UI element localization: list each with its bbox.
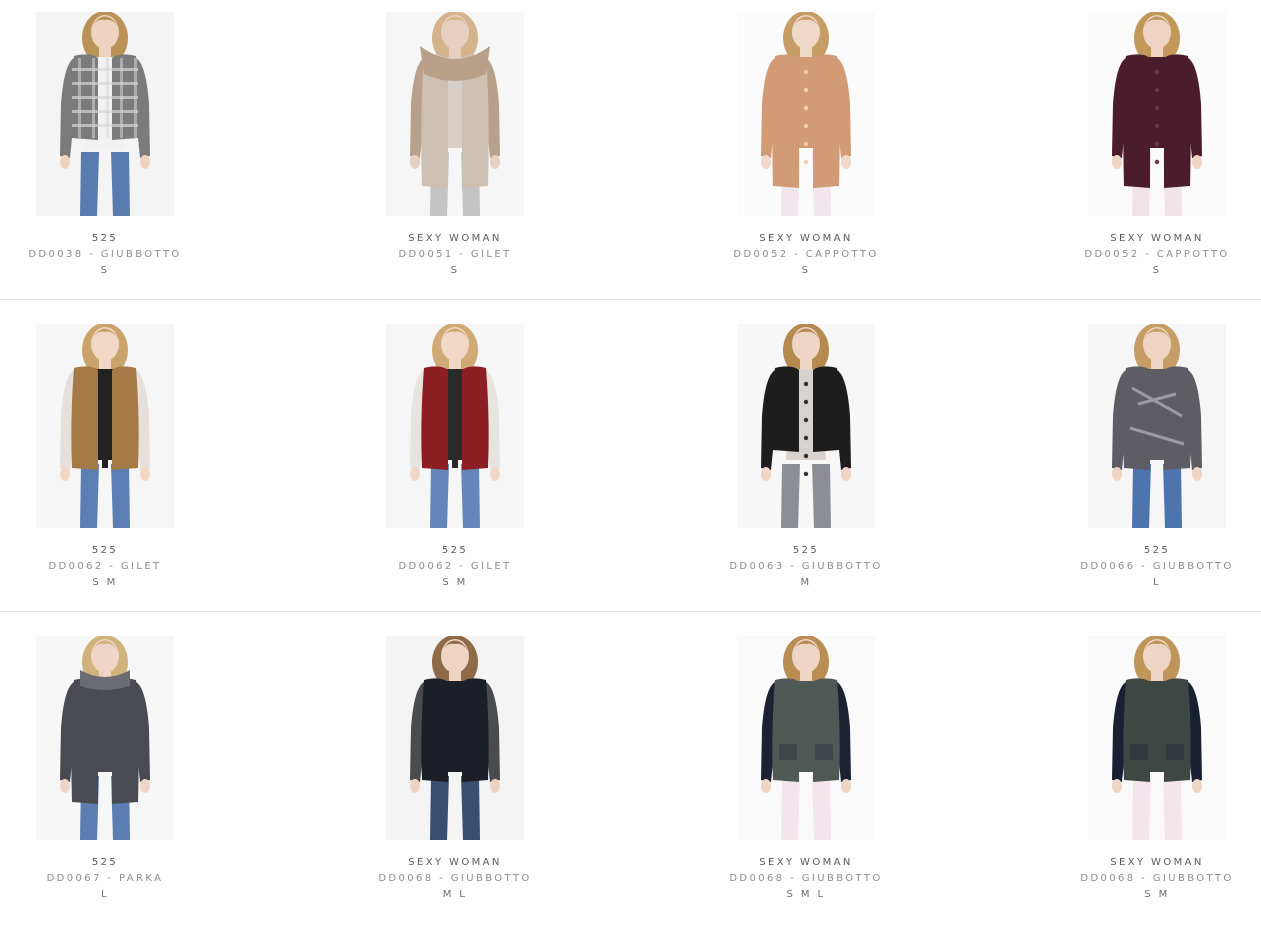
product-card[interactable]: SEXY WOMAN DD0051 - GILET S — [350, 12, 560, 279]
product-brand[interactable]: 525 — [0, 855, 210, 871]
product-brand[interactable]: SEXY WOMAN — [350, 855, 560, 871]
product-sizes: S M — [92, 577, 118, 588]
product-brand[interactable]: 525 — [1052, 543, 1261, 559]
product-brand[interactable]: SEXY WOMAN — [350, 231, 560, 247]
product-image[interactable] — [701, 324, 911, 528]
product-photo-icon — [386, 324, 524, 528]
product-title[interactable]: DD0038 - GIUBBOTTO — [0, 247, 210, 263]
product-sizes: M L — [442, 889, 468, 900]
product-title[interactable]: DD0062 - GILET — [0, 559, 210, 575]
product-row: 525 DD0038 - GIUBBOTTO S SEXY WOMAN DD00… — [0, 0, 1261, 312]
product-title[interactable]: DD0062 - GILET — [350, 559, 560, 575]
product-photo-icon — [36, 324, 174, 528]
product-card[interactable]: 525 DD0063 - GIUBBOTTO M — [701, 324, 911, 591]
product-title[interactable]: DD0067 - PARKA — [0, 871, 210, 887]
product-brand[interactable]: 525 — [0, 543, 210, 559]
product-title[interactable]: DD0068 - GIUBBOTTO — [1052, 871, 1261, 887]
product-sizes: M — [800, 577, 812, 588]
product-card[interactable]: 525 DD0067 - PARKA L — [0, 636, 210, 903]
product-card[interactable]: SEXY WOMAN DD0052 - CAPPOTTO S — [1052, 12, 1261, 279]
product-title[interactable]: DD0068 - GIUBBOTTO — [350, 871, 560, 887]
product-image[interactable] — [701, 636, 911, 840]
product-photo-icon — [737, 12, 875, 216]
product-brand[interactable]: 525 — [350, 543, 560, 559]
product-brand[interactable]: SEXY WOMAN — [701, 855, 911, 871]
product-photo-icon — [1088, 12, 1226, 216]
product-photo-icon — [36, 636, 174, 840]
product-brand[interactable]: SEXY WOMAN — [701, 231, 911, 247]
product-sizes: L — [101, 889, 109, 900]
product-photo-icon — [737, 324, 875, 528]
product-card[interactable]: SEXY WOMAN DD0068 - GIUBBOTTO S M — [1052, 636, 1261, 903]
product-image[interactable] — [701, 12, 911, 216]
product-photo-icon — [386, 636, 524, 840]
product-title[interactable]: DD0068 - GIUBBOTTO — [701, 871, 911, 887]
product-card[interactable]: SEXY WOMAN DD0068 - GIUBBOTTO M L — [350, 636, 560, 903]
product-brand[interactable]: 525 — [701, 543, 911, 559]
product-sizes: S M — [442, 577, 468, 588]
row-divider — [0, 299, 1261, 300]
product-row: 525 DD0067 - PARKA L SEXY WOMAN DD0068 -… — [0, 624, 1261, 936]
product-sizes: S M — [1144, 889, 1170, 900]
product-row: 525 DD0062 - GILET S M 525 DD0062 - GILE… — [0, 312, 1261, 624]
product-image[interactable] — [1052, 636, 1261, 840]
product-photo-icon — [36, 12, 174, 216]
product-photo-icon — [386, 12, 524, 216]
product-photo-icon — [1088, 324, 1226, 528]
product-sizes: S — [450, 265, 460, 276]
product-photo-icon — [737, 636, 875, 840]
product-card[interactable]: 525 DD0062 - GILET S M — [350, 324, 560, 591]
product-sizes: S M L — [786, 889, 826, 900]
product-title[interactable]: DD0066 - GIUBBOTTO — [1052, 559, 1261, 575]
product-sizes: S — [100, 265, 110, 276]
product-title[interactable]: DD0063 - GIUBBOTTO — [701, 559, 911, 575]
product-image[interactable] — [0, 636, 210, 840]
product-brand[interactable]: SEXY WOMAN — [1052, 231, 1261, 247]
product-brand[interactable]: SEXY WOMAN — [1052, 855, 1261, 871]
product-card[interactable]: SEXY WOMAN DD0052 - CAPPOTTO S — [701, 12, 911, 279]
product-image[interactable] — [0, 12, 210, 216]
product-grid: 525 DD0038 - GIUBBOTTO S SEXY WOMAN DD00… — [0, 0, 1261, 936]
product-title[interactable]: DD0052 - CAPPOTTO — [1052, 247, 1261, 263]
product-image[interactable] — [1052, 324, 1261, 528]
product-card[interactable]: 525 DD0062 - GILET S M — [0, 324, 210, 591]
product-card[interactable]: SEXY WOMAN DD0068 - GIUBBOTTO S M L — [701, 636, 911, 903]
product-title[interactable]: DD0052 - CAPPOTTO — [701, 247, 911, 263]
product-photo-icon — [1088, 636, 1226, 840]
product-image[interactable] — [350, 324, 560, 528]
product-sizes: S — [801, 265, 811, 276]
product-title[interactable]: DD0051 - GILET — [350, 247, 560, 263]
product-sizes: L — [1153, 577, 1161, 588]
product-image[interactable] — [1052, 12, 1261, 216]
product-card[interactable]: 525 DD0066 - GIUBBOTTO L — [1052, 324, 1261, 591]
row-divider — [0, 611, 1261, 612]
product-brand[interactable]: 525 — [0, 231, 210, 247]
product-sizes: S — [1152, 265, 1162, 276]
product-image[interactable] — [350, 12, 560, 216]
product-image[interactable] — [350, 636, 560, 840]
product-image[interactable] — [0, 324, 210, 528]
product-card[interactable]: 525 DD0038 - GIUBBOTTO S — [0, 12, 210, 279]
